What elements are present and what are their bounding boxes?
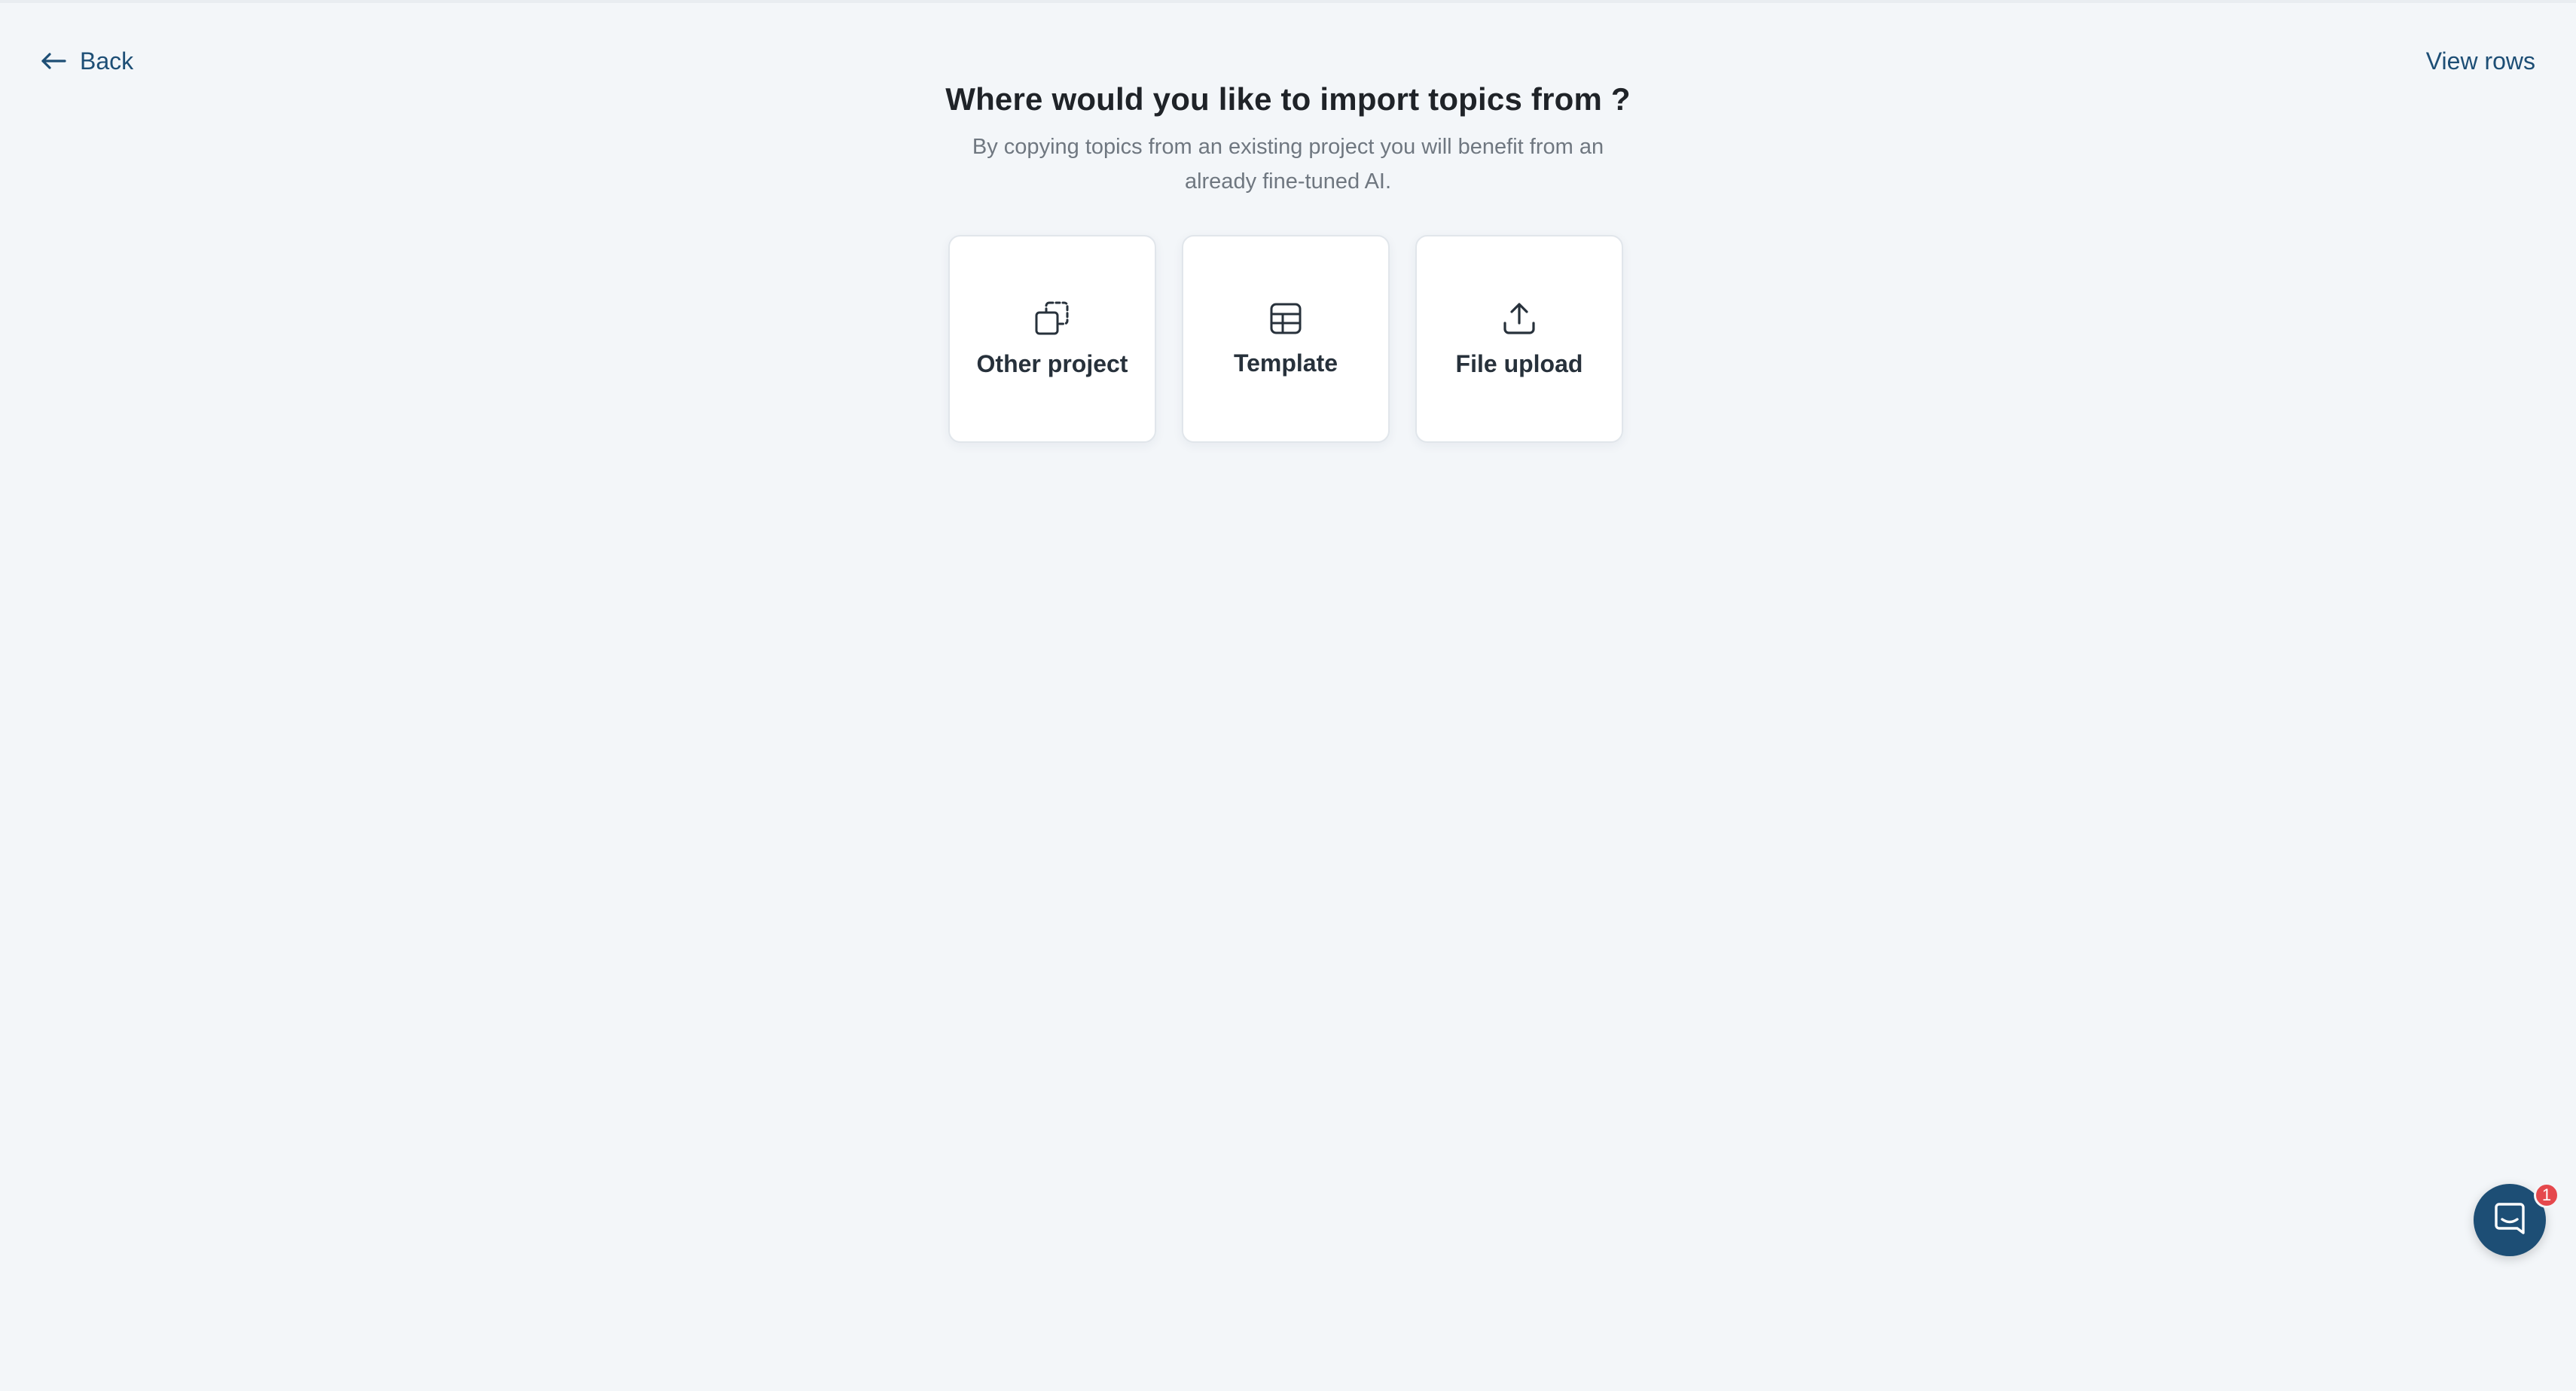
option-label: Other project <box>976 349 1128 377</box>
arrow-left-icon <box>41 52 66 70</box>
option-template[interactable]: Template <box>1182 235 1390 443</box>
chat-icon <box>2493 1201 2526 1240</box>
page-title: Where would you like to import topics fr… <box>945 81 1631 117</box>
notification-badge: 1 <box>2534 1182 2559 1208</box>
option-other-project[interactable]: Other project <box>948 235 1156 443</box>
copy-icon <box>1034 300 1070 337</box>
top-border <box>0 0 2576 3</box>
upload-icon <box>1501 300 1537 337</box>
back-button[interactable]: Back <box>41 42 133 80</box>
option-label: Template <box>1233 349 1338 377</box>
back-label: Back <box>80 47 134 75</box>
option-file-upload[interactable]: File upload <box>1415 235 1623 443</box>
table-icon <box>1268 301 1303 336</box>
import-options: Other project Template File upload <box>948 235 1623 443</box>
view-rows-link[interactable]: View rows <box>2426 42 2535 80</box>
option-label: File upload <box>1455 349 1583 377</box>
page-subtitle: By copying topics from an existing proje… <box>972 135 1604 194</box>
